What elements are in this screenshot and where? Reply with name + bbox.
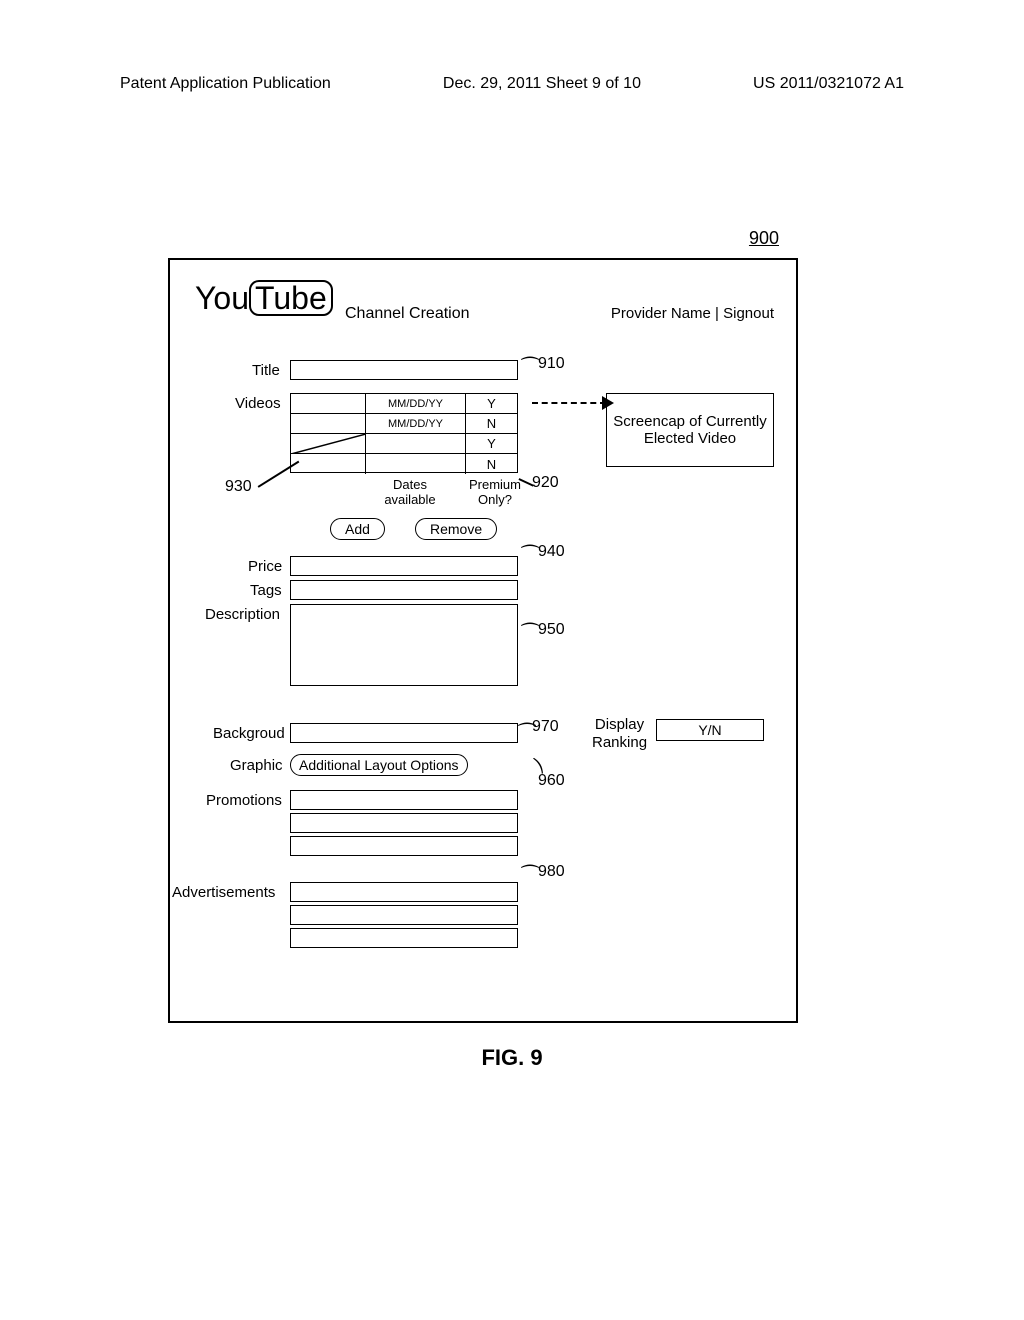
display-ranking-input[interactable]: Y/N: [656, 719, 764, 741]
callout-920: 920: [532, 474, 559, 492]
graphic-label: Graphic: [230, 757, 283, 774]
figure-caption: FIG. 9: [0, 1045, 1024, 1071]
header-right: US 2011/0321072 A1: [753, 75, 904, 93]
video-date-cell[interactable]: [366, 454, 466, 474]
leader-curve-icon: ⁀: [519, 722, 535, 747]
premium-only-caption: Premium Only?: [460, 477, 530, 507]
video-date-cell[interactable]: MM/DD/YY: [366, 394, 466, 413]
add-button[interactable]: Add: [330, 518, 385, 540]
provider-signout[interactable]: Provider Name | Signout: [611, 305, 774, 322]
table-row[interactable]: Y: [291, 434, 517, 454]
background-input[interactable]: [290, 723, 518, 743]
promotions-list[interactable]: [290, 790, 518, 859]
arrow-head-icon: [602, 396, 614, 410]
callout-930: 930: [225, 478, 252, 496]
advertisements-label: Advertisements: [172, 884, 275, 901]
arrow-dashed-line: [532, 402, 606, 404]
display-ranking-label: Display Ranking: [592, 716, 647, 752]
page-header: Patent Application Publication Dec. 29, …: [0, 75, 1024, 93]
youtube-logo: YouTube: [195, 280, 333, 317]
video-premium-cell[interactable]: Y: [466, 434, 517, 453]
table-row[interactable]: N: [291, 454, 517, 474]
list-item[interactable]: [290, 882, 518, 902]
list-item[interactable]: [290, 790, 518, 810]
leader-curve-icon: ⁀: [522, 544, 538, 569]
page-title: Channel Creation: [345, 305, 470, 323]
callout-940: 940: [538, 543, 565, 561]
list-item[interactable]: [290, 905, 518, 925]
leader-curve-icon: ⁀: [522, 622, 538, 647]
promotions-label: Promotions: [206, 792, 282, 809]
videos-label: Videos: [235, 395, 281, 412]
price-label: Price: [248, 558, 282, 575]
video-name-cell[interactable]: [291, 434, 366, 453]
video-date-cell[interactable]: [366, 434, 466, 453]
background-label: Backgroud: [213, 725, 285, 742]
list-item[interactable]: [290, 928, 518, 948]
list-item[interactable]: [290, 836, 518, 856]
callout-960: 960: [538, 772, 565, 790]
list-item[interactable]: [290, 813, 518, 833]
logo-you: You: [195, 280, 249, 316]
screencap-preview: Screencap of Currently Elected Video: [606, 393, 774, 467]
description-input[interactable]: [290, 604, 518, 686]
header-left: Patent Application Publication: [120, 75, 331, 93]
remove-button[interactable]: Remove: [415, 518, 497, 540]
callout-980: 980: [538, 863, 565, 881]
title-label: Title: [252, 362, 280, 379]
videos-table[interactable]: MM/DD/YY Y MM/DD/YY N Y N: [290, 393, 518, 473]
tags-label: Tags: [250, 582, 282, 599]
video-name-cell[interactable]: [291, 394, 366, 413]
slash-icon: [291, 434, 365, 453]
advertisements-list[interactable]: [290, 882, 518, 951]
ui-mockup-frame: YouTube Channel Creation Provider Name |…: [168, 258, 798, 1023]
title-input[interactable]: [290, 360, 518, 380]
table-row[interactable]: MM/DD/YY Y: [291, 394, 517, 414]
header-center: Dec. 29, 2011 Sheet 9 of 10: [443, 75, 641, 93]
dates-available-caption: Dates available: [370, 477, 450, 507]
callout-970: 970: [532, 718, 559, 736]
callout-910: 910: [538, 355, 565, 373]
logo-tube: Tube: [249, 280, 333, 316]
video-premium-cell[interactable]: Y: [466, 394, 517, 413]
leader-curve-icon: ⁀: [522, 864, 538, 889]
leader-line-icon: [258, 461, 300, 488]
video-premium-cell[interactable]: N: [466, 414, 517, 433]
description-label: Description: [205, 606, 280, 623]
video-date-cell[interactable]: MM/DD/YY: [366, 414, 466, 433]
video-name-cell[interactable]: [291, 414, 366, 433]
video-name-cell[interactable]: [291, 454, 366, 474]
price-input[interactable]: [290, 556, 518, 576]
additional-layout-button[interactable]: Additional Layout Options: [290, 754, 468, 776]
table-row[interactable]: MM/DD/YY N: [291, 414, 517, 434]
tags-input[interactable]: [290, 580, 518, 600]
figure-number: 900: [749, 228, 779, 249]
callout-950: 950: [538, 621, 565, 639]
leader-curve-icon: ⁀: [522, 356, 538, 381]
video-premium-cell[interactable]: N: [466, 454, 517, 474]
